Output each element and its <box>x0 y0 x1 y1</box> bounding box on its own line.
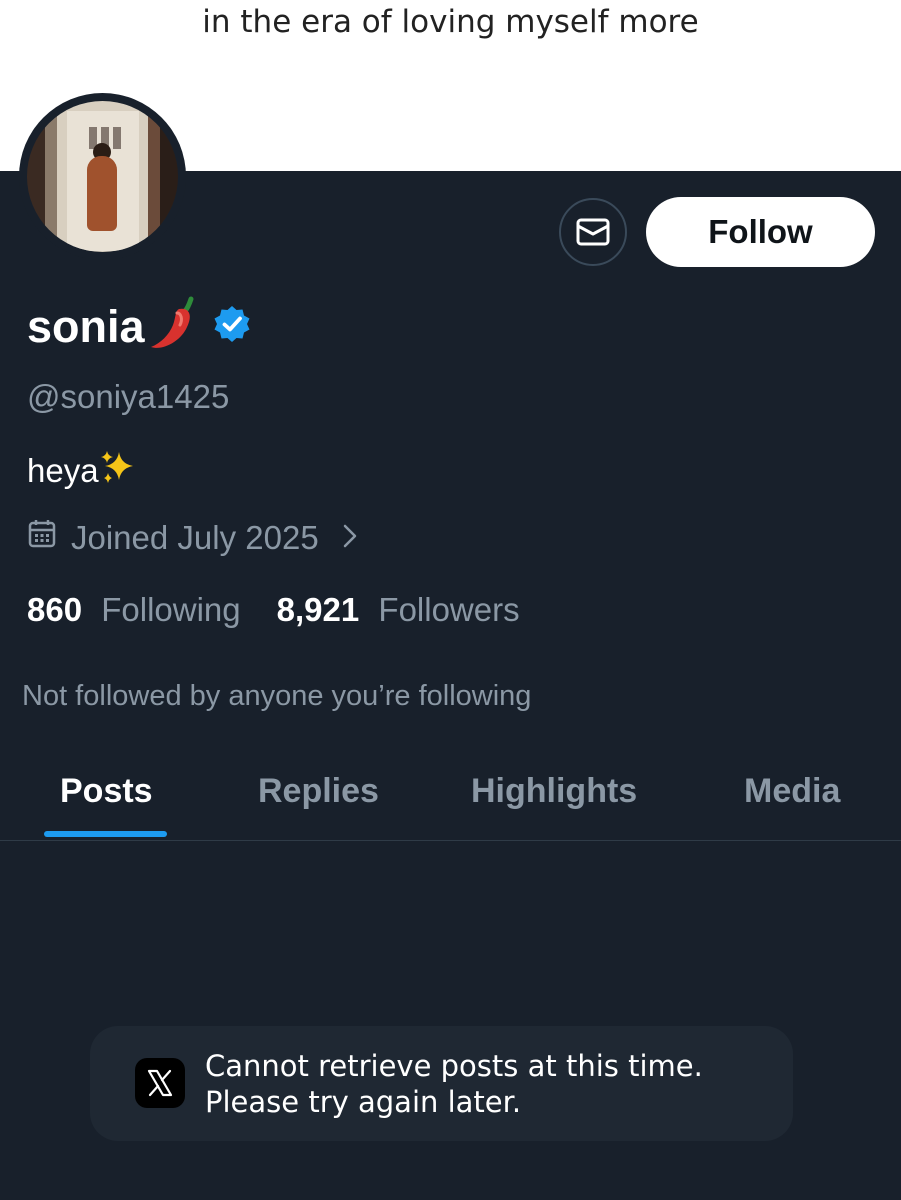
following-label: Following <box>101 591 241 628</box>
tab-highlights[interactable]: Highlights <box>471 772 637 811</box>
message-button[interactable] <box>559 198 627 266</box>
sparkles-icon <box>99 448 137 494</box>
joined-text: Joined July 2025 <box>71 519 319 556</box>
bio-text: heya <box>27 452 99 489</box>
profile-name-row: sonia <box>27 295 251 358</box>
toast-message: Cannot retrieve posts at this time. Plea… <box>205 1048 703 1120</box>
active-tab-indicator <box>44 831 167 837</box>
not-followed-notice: Not followed by anyone you’re following <box>22 680 532 712</box>
followers-count: 8,921 <box>276 591 360 628</box>
joined-date-row[interactable]: Joined July 2025 <box>27 519 359 557</box>
profile-stats: 860 Following 8,921 Followers <box>27 591 520 629</box>
followers-stat[interactable]: 8,921 Followers <box>277 591 520 629</box>
tab-replies[interactable]: Replies <box>258 772 379 811</box>
profile-section: Follow sonia @soniya1425 heya Joined Jul… <box>0 171 901 1200</box>
banner-text: in the era of loving myself more <box>202 4 699 40</box>
follow-button[interactable]: Follow <box>646 197 875 267</box>
tab-media[interactable]: Media <box>744 772 840 811</box>
chevron-right-icon <box>341 519 359 557</box>
followers-label: Followers <box>378 591 520 628</box>
chili-pepper-icon <box>147 295 199 358</box>
verified-badge-icon[interactable] <box>213 305 251 348</box>
following-count: 860 <box>27 591 83 628</box>
tab-posts[interactable]: Posts <box>60 772 153 811</box>
profile-handle: @soniya1425 <box>27 378 230 415</box>
x-logo-icon <box>135 1058 185 1108</box>
display-name: sonia <box>27 300 145 352</box>
avatar-photo <box>27 101 178 252</box>
following-stat[interactable]: 860 Following <box>27 591 241 629</box>
error-toast: Cannot retrieve posts at this time. Plea… <box>90 1026 793 1141</box>
avatar[interactable] <box>19 93 186 260</box>
toast-line-2: Please try again later. <box>205 1085 522 1119</box>
envelope-icon <box>576 218 610 246</box>
toast-line-1: Cannot retrieve posts at this time. <box>205 1049 703 1083</box>
profile-tabs: Posts Replies Highlights Media <box>0 758 901 841</box>
calendar-icon <box>27 519 57 557</box>
profile-bio: heya <box>27 448 137 494</box>
